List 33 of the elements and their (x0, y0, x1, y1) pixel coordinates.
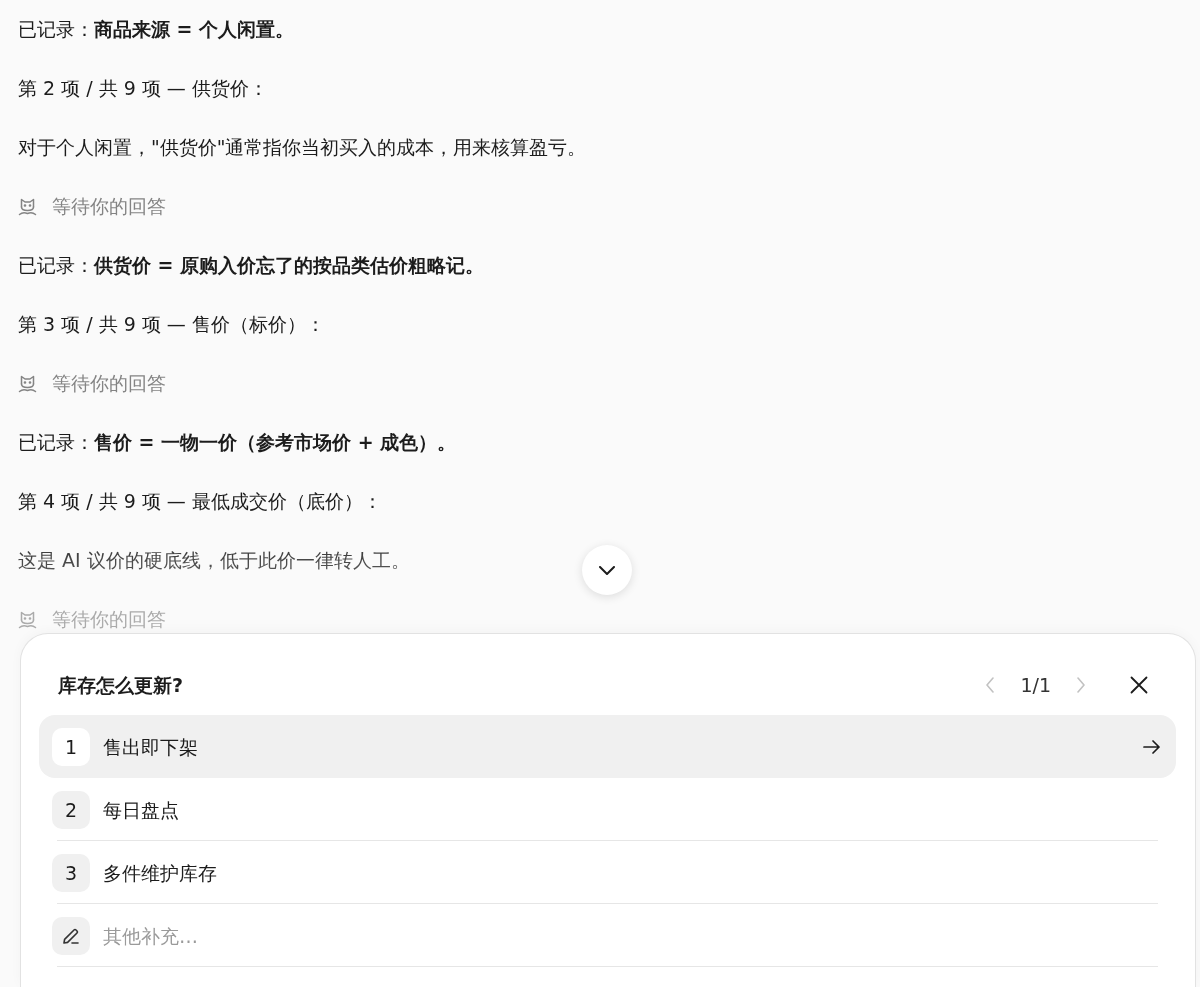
waiting-status-text: 等待你的回答 (52, 371, 166, 396)
recorded-answer-text: 已记录：供货价 = 原购入价忘了的按品类估价粗略记。 (18, 253, 485, 278)
chevron-down-icon (599, 565, 615, 575)
message-text: 第 3 项 / 共 9 项 — 售价（标价）： (18, 312, 325, 337)
option-item[interactable]: 3 多件维护库存 (39, 841, 1176, 904)
option-item[interactable]: 1 售出即下架 (39, 715, 1176, 778)
cat-face-icon (18, 373, 37, 393)
pencil-icon (52, 916, 90, 955)
option-number: 2 (52, 790, 90, 829)
cat-face-icon (18, 609, 37, 629)
option-label: 多件维护库存 (103, 860, 217, 886)
recorded-answer-text: 已记录：商品来源 = 个人闲置。 (18, 17, 295, 42)
option-label: 每日盘点 (103, 797, 179, 823)
message-text: 第 4 项 / 共 9 项 — 最低成交价（底价）： (18, 489, 382, 514)
message-text: 对于个人闲置，"供货价"通常指你当初买入的成本，用来核算盈亏。 (18, 135, 587, 160)
message-text: 第 2 项 / 共 9 项 — 供货价： (18, 76, 268, 101)
input-field[interactable]: 其他补充… (103, 921, 1160, 950)
arrow-right-icon (1143, 739, 1160, 754)
cat-face-icon (18, 196, 37, 216)
waiting-status-text: 等待你的回答 (52, 194, 166, 219)
recorded-answer-text: 已记录：售价 = 一物一价（参考市场价 + 成色）。 (18, 430, 457, 455)
waiting-status-text: 等待你的回答 (52, 607, 166, 632)
page-counter: 1/1 (1020, 673, 1051, 698)
option-item[interactable]: 2 每日盘点 (39, 778, 1176, 841)
message-text: 这是 AI 议价的硬底线，低于此价一律转人工。 (18, 548, 410, 573)
option-label: 售出即下架 (103, 734, 198, 760)
chevron-left-icon (985, 677, 996, 693)
question-title: 库存怎么更新? (58, 673, 184, 698)
scroll-down-button[interactable] (582, 545, 632, 595)
close-icon (1130, 676, 1148, 694)
chevron-right-icon (1076, 677, 1086, 693)
option-number: 3 (52, 853, 90, 892)
option-number: 1 (52, 727, 90, 766)
